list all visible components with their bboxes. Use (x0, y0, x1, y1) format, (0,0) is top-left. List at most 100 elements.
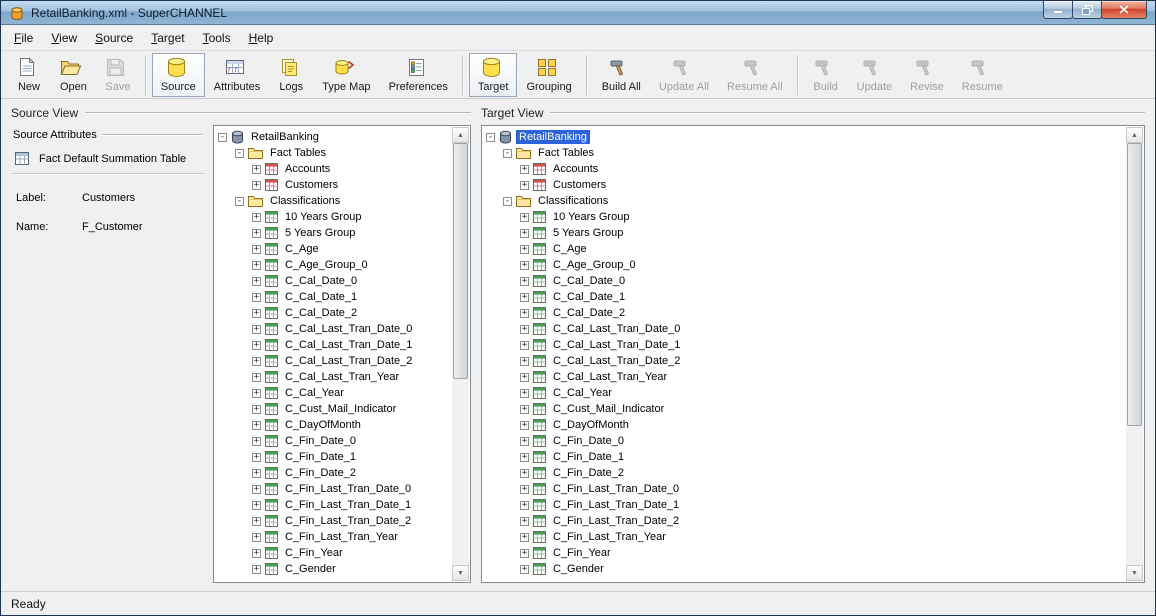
scroll-down-icon[interactable]: ▼ (452, 565, 469, 581)
tree-item-label[interactable]: C_Cal_Date_2 (550, 306, 628, 320)
tree-item[interactable]: +5 Years Group (218, 225, 452, 241)
tree-item[interactable]: + C_Fin_Last_Tran_Year (486, 529, 1126, 545)
titlebar[interactable]: RetailBanking.xml - SuperCHANNEL (1, 1, 1155, 25)
expand-handle-icon[interactable]: + (252, 485, 261, 494)
tree-item[interactable]: + C_Fin_Year (486, 545, 1126, 561)
tree-item-label[interactable]: C_Cal_Last_Tran_Date_1 (550, 338, 683, 352)
tree-item[interactable]: +C_Cal_Year (218, 385, 452, 401)
scroll-track[interactable] (1126, 143, 1143, 565)
expand-handle-icon[interactable]: + (520, 533, 529, 542)
tree-item[interactable]: +C_Cal_Date_1 (218, 289, 452, 305)
expand-handle-icon[interactable]: + (252, 213, 261, 222)
tree-item[interactable]: +C_Gender (218, 561, 452, 577)
scroll-track[interactable] (452, 143, 469, 565)
tree-item-label[interactable]: C_Fin_Date_1 (550, 450, 627, 464)
tree-item[interactable]: + C_Fin_Date_1 (486, 449, 1126, 465)
scroll-thumb[interactable] (1127, 143, 1142, 426)
expand-handle-icon[interactable]: + (252, 229, 261, 238)
tree-item[interactable]: +C_Cal_Date_2 (218, 305, 452, 321)
expand-handle-icon[interactable]: + (252, 325, 261, 334)
target-tree-scrollbar[interactable]: ▲ ▼ (1126, 127, 1143, 581)
expand-handle-icon[interactable]: + (520, 437, 529, 446)
tree-item-label[interactable]: C_Age_Group_0 (282, 258, 371, 272)
expand-handle-icon[interactable]: + (252, 501, 261, 510)
scroll-up-icon[interactable]: ▲ (1126, 127, 1143, 143)
expand-handle-icon[interactable]: + (520, 549, 529, 558)
expand-handle-icon[interactable]: + (252, 261, 261, 270)
tree-item[interactable]: + C_Cal_Date_2 (486, 305, 1126, 321)
expand-handle-icon[interactable]: + (520, 501, 529, 510)
tree-item-label[interactable]: C_Cal_Last_Tran_Year (550, 370, 670, 384)
tree-item[interactable]: +C_Cust_Mail_Indicator (486, 401, 1126, 417)
tree-item-label[interactable]: C_Fin_Last_Tran_Date_0 (550, 482, 682, 496)
tree-item[interactable]: + C_Cal_Last_Tran_Date_1 (218, 337, 452, 353)
tree-item[interactable]: +C_Age_Group_0 (486, 257, 1126, 273)
tree-item-label[interactable]: Fact Tables (267, 146, 329, 160)
tree-item-label[interactable]: C_Cal_Last_Tran_Date_1 (282, 338, 415, 352)
tree-item-label[interactable]: C_Fin_Date_2 (550, 466, 627, 480)
tree-item-label[interactable]: C_DayOfMonth (282, 418, 364, 432)
expand-handle-icon[interactable]: + (252, 277, 261, 286)
expand-handle-icon[interactable]: + (520, 453, 529, 462)
tree-item[interactable]: - Fact Tables (218, 145, 452, 161)
tree-item-label[interactable]: 10 Years Group (282, 210, 364, 224)
expand-handle-icon[interactable]: + (252, 437, 261, 446)
collapse-handle-icon[interactable]: - (503, 197, 512, 206)
minimize-button[interactable] (1043, 0, 1073, 19)
expand-handle-icon[interactable]: + (252, 421, 261, 430)
tree-item-label[interactable]: C_Cal_Date_0 (550, 274, 628, 288)
expand-handle-icon[interactable]: + (252, 373, 261, 382)
tree-item[interactable]: +10 Years Group (486, 209, 1126, 225)
tree-item-label[interactable]: C_Cal_Last_Tran_Date_2 (282, 354, 415, 368)
tree-item-label[interactable]: C_Fin_Date_2 (282, 466, 359, 480)
menu-view[interactable]: View (42, 27, 86, 49)
expand-handle-icon[interactable]: + (520, 309, 529, 318)
collapse-handle-icon[interactable]: - (503, 149, 512, 158)
expand-handle-icon[interactable]: + (520, 213, 529, 222)
tree-item-label[interactable]: C_Fin_Last_Tran_Date_2 (550, 514, 682, 528)
expand-handle-icon[interactable]: + (520, 565, 529, 574)
expand-handle-icon[interactable]: + (252, 341, 261, 350)
menu-help[interactable]: Help (240, 27, 283, 49)
menu-target[interactable]: Target (142, 27, 193, 49)
tree-item[interactable]: +10 Years Group (218, 209, 452, 225)
tree-item-label[interactable]: C_Fin_Last_Tran_Year (282, 530, 401, 544)
tree-item-label[interactable]: C_Cal_Last_Tran_Date_0 (550, 322, 683, 336)
tree-item-label[interactable]: Accounts (550, 162, 601, 176)
tree-item-label[interactable]: C_Fin_Last_Tran_Year (550, 530, 669, 544)
tree-item[interactable]: +C_Age (486, 241, 1126, 257)
tree-item-label[interactable]: C_Cal_Last_Tran_Date_2 (550, 354, 683, 368)
tree-item-label[interactable]: C_Fin_Date_0 (282, 434, 359, 448)
tree-item-label[interactable]: C_Fin_Year (282, 546, 346, 560)
expand-handle-icon[interactable]: + (520, 469, 529, 478)
menu-tools[interactable]: Tools (194, 27, 240, 49)
toolbar-source-button[interactable]: Source (152, 53, 205, 97)
expand-handle-icon[interactable]: + (520, 421, 529, 430)
expand-handle-icon[interactable]: + (252, 405, 261, 414)
tree-item[interactable]: +C_Cal_Last_Tran_Year (218, 369, 452, 385)
expand-handle-icon[interactable]: + (520, 245, 529, 254)
collapse-handle-icon[interactable]: - (235, 149, 244, 158)
expand-handle-icon[interactable]: + (520, 277, 529, 286)
tree-item[interactable]: +C_Age (218, 241, 452, 257)
tree-item-label[interactable]: C_Cust_Mail_Indicator (282, 402, 399, 416)
tree-item-label[interactable]: C_Age_Group_0 (550, 258, 639, 272)
expand-handle-icon[interactable]: + (252, 533, 261, 542)
tree-item-label[interactable]: Accounts (282, 162, 333, 176)
tree-item-label[interactable]: C_Fin_Last_Tran_Date_1 (550, 498, 682, 512)
tree-item-label[interactable]: C_Cal_Date_1 (282, 290, 360, 304)
tree-item-label[interactable]: C_Fin_Year (550, 546, 614, 560)
tree-item[interactable]: -RetailBanking (218, 129, 452, 145)
tree-item[interactable]: + C_Fin_Last_Tran_Date_1 (486, 497, 1126, 513)
menu-file[interactable]: File (5, 27, 42, 49)
expand-handle-icon[interactable]: + (252, 453, 261, 462)
tree-item[interactable]: -Classifications (218, 193, 452, 209)
expand-handle-icon[interactable]: + (520, 325, 529, 334)
expand-handle-icon[interactable]: + (520, 373, 529, 382)
tree-item[interactable]: +C_Cal_Last_Tran_Date_2 (218, 353, 452, 369)
tree-item-label[interactable]: C_Cal_Date_0 (282, 274, 360, 288)
tree-item[interactable]: +C_Fin_Date_0 (486, 433, 1126, 449)
expand-handle-icon[interactable]: + (252, 517, 261, 526)
expand-handle-icon[interactable]: + (520, 293, 529, 302)
tree-item[interactable]: -Fact Tables (486, 145, 1126, 161)
